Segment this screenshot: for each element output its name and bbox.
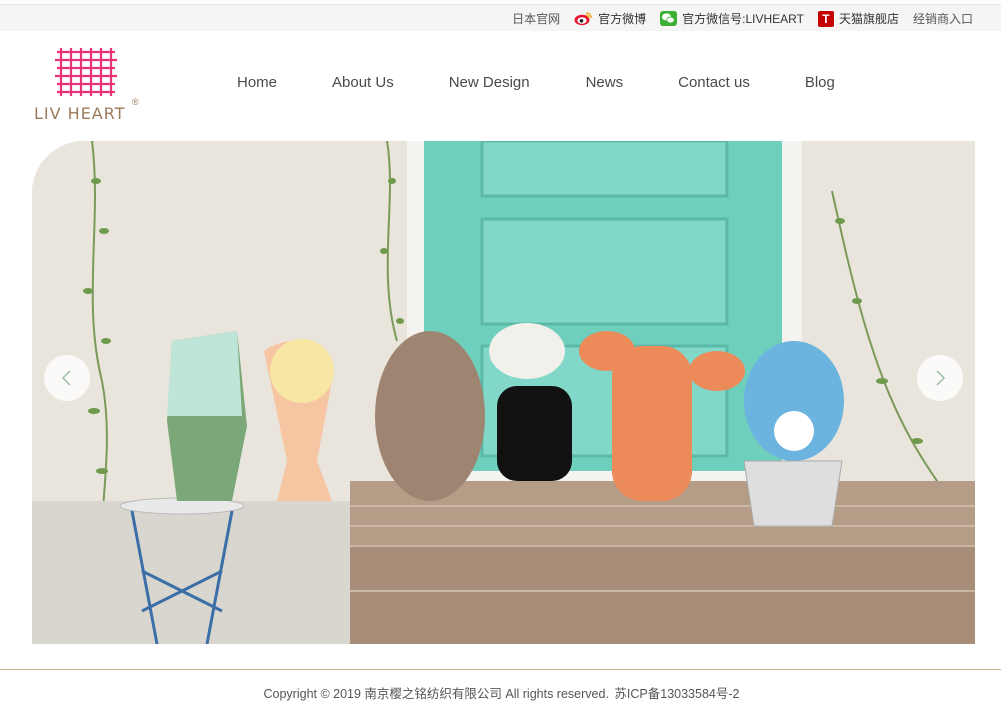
tmall-link[interactable]: T 天猫旗舰店 [817, 10, 899, 27]
registered-mark: ® [132, 97, 139, 107]
wechat-label: 官方微信号:LIVHEART [682, 12, 804, 26]
main-nav: Home About Us New Design News Contact us… [209, 74, 835, 98]
nav-item-about-us[interactable]: About Us [332, 74, 394, 98]
japan-site-label: 日本官网 [512, 12, 561, 26]
brand-name: LIV HEART [34, 104, 126, 123]
footer-divider [0, 669, 1001, 670]
weibo-link[interactable]: 官方微博 [574, 10, 646, 27]
wechat-link[interactable]: 官方微信号:LIVHEART [660, 10, 804, 27]
chevron-left-icon [61, 370, 71, 386]
hero-banner[interactable] [32, 141, 975, 644]
icp-link[interactable]: 苏ICP备13033584号-2 [614, 687, 739, 701]
hero-image [32, 141, 975, 644]
nav-item-new-design[interactable]: New Design [449, 74, 530, 98]
plaid-heart-icon [55, 48, 117, 96]
japan-site-link[interactable]: 日本官网 [512, 10, 560, 27]
weibo-label: 官方微博 [598, 12, 647, 26]
tmall-label: 天猫旗舰店 [838, 12, 899, 26]
brand-logo[interactable]: LIV HEART ® [34, 46, 144, 126]
nav-item-contact-us[interactable]: Contact us [678, 74, 750, 98]
wechat-icon [660, 11, 678, 26]
dealer-entry-link[interactable]: 经销商入口 [913, 10, 973, 27]
slider-prev-button[interactable] [44, 355, 90, 401]
nav-item-home[interactable]: Home [237, 74, 277, 98]
nav-item-news[interactable]: News [586, 74, 624, 98]
chevron-right-icon [936, 370, 946, 386]
nav-item-blog[interactable]: Blog [805, 74, 835, 98]
dealer-label: 经销商入口 [912, 12, 973, 26]
copyright-text: Copyright © 2019 南京樱之铭纺织有限公司 All rights … [263, 687, 609, 701]
weibo-icon [574, 11, 593, 26]
slider-next-button[interactable] [917, 355, 963, 401]
top-utility-bar: 日本官网 官方微博 官方微信号:LIVHEART T 天猫旗舰店 经销商入口 [0, 4, 1001, 31]
tmall-icon: T [817, 10, 834, 27]
footer: Copyright © 2019 南京樱之铭纺织有限公司 All rights … [0, 683, 1001, 702]
utility-links: 日本官网 官方微博 官方微信号:LIVHEART T 天猫旗舰店 经销商入口 [498, 5, 973, 32]
